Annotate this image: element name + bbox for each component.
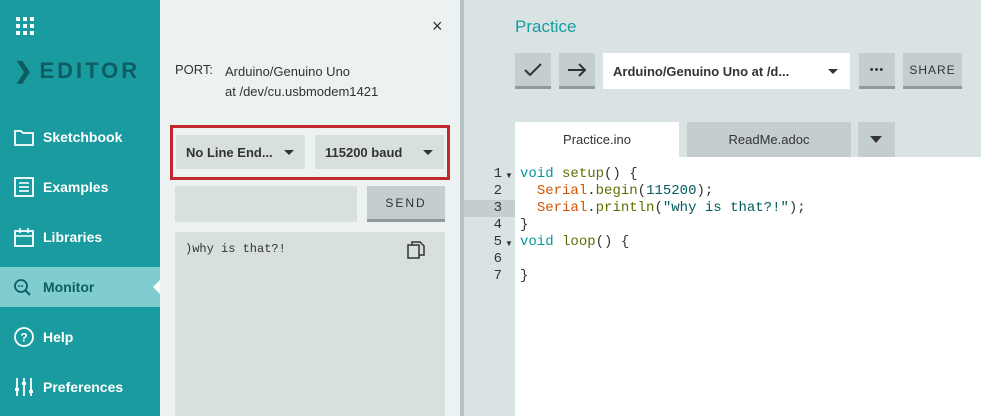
code-line-3: Serial.println("why is that?!"); bbox=[536, 200, 806, 216]
serial-monitor-panel: × PORT: Arduino/Genuino Uno at /dev/cu.u… bbox=[160, 0, 460, 416]
svg-text:?: ? bbox=[20, 331, 27, 345]
upload-button[interactable] bbox=[559, 53, 595, 89]
sidebar-item-label: Monitor bbox=[43, 279, 95, 295]
chevron-down-icon bbox=[284, 150, 294, 155]
serial-output-text: )why is that?! bbox=[185, 242, 286, 256]
port-value-line1: Arduino/Genuino Uno bbox=[225, 64, 351, 79]
board-select[interactable]: Arduino/Genuino Uno at /d... bbox=[603, 53, 850, 89]
chevron-down-icon bbox=[828, 69, 838, 74]
line-number: 5 bbox=[493, 234, 502, 250]
editor-logo: ❯ EDITOR bbox=[14, 58, 141, 83]
sidebar-item-libraries[interactable]: Libraries bbox=[0, 217, 160, 257]
share-button[interactable]: SHARE bbox=[903, 53, 962, 89]
sliders-icon bbox=[13, 376, 35, 398]
checkmark-icon bbox=[524, 62, 542, 76]
verify-button[interactable] bbox=[515, 53, 551, 89]
tab-readme-adoc[interactable]: ReadMe.adoc bbox=[687, 122, 851, 157]
sketch-title: Practice bbox=[515, 17, 577, 36]
sidebar-item-monitor[interactable]: Monitor bbox=[0, 267, 160, 307]
sidebar-item-label: Sketchbook bbox=[43, 129, 123, 145]
code-line-1: void setup() { bbox=[520, 166, 638, 182]
sidebar-nav: ❯ EDITOR Sketchbook Examples Libraries Mo… bbox=[0, 0, 160, 416]
folder-icon bbox=[13, 126, 35, 148]
fold-arrow-icon[interactable]: ▼ bbox=[505, 171, 513, 180]
sidebar-item-label: Preferences bbox=[43, 379, 124, 395]
libraries-icon bbox=[13, 226, 35, 248]
code-line-4: } bbox=[520, 217, 529, 233]
tabs-dropdown-button[interactable] bbox=[858, 122, 895, 157]
sidebar-item-preferences[interactable]: Preferences bbox=[0, 367, 160, 407]
more-button[interactable]: ••• bbox=[859, 53, 895, 89]
baud-rate-value: 115200 baud bbox=[325, 144, 403, 160]
line-number: 6 bbox=[493, 251, 502, 267]
line-number: 1 bbox=[493, 166, 502, 182]
copy-icon[interactable] bbox=[407, 241, 425, 259]
sidebar-item-label: Help bbox=[43, 329, 74, 345]
list-icon bbox=[13, 176, 35, 198]
arrow-right-icon bbox=[568, 62, 587, 77]
monitor-search-icon bbox=[13, 276, 35, 298]
board-select-value: Arduino/Genuino Uno at /d... bbox=[613, 63, 790, 79]
port-value: Arduino/Genuino Uno at /dev/cu.usbmodem1… bbox=[225, 62, 405, 102]
sidebar-item-label: Examples bbox=[43, 179, 109, 195]
sidebar-item-sketchbook[interactable]: Sketchbook bbox=[0, 117, 160, 157]
port-label: PORT: bbox=[175, 62, 214, 77]
code-line-2: Serial.begin(115200); bbox=[536, 183, 714, 199]
help-icon: ? bbox=[13, 326, 35, 348]
close-icon[interactable]: × bbox=[432, 16, 443, 37]
sidebar-item-label: Libraries bbox=[43, 229, 103, 245]
line-ending-value: No Line End... bbox=[186, 144, 273, 160]
line-number: 4 bbox=[493, 217, 502, 233]
baud-rate-select[interactable]: 115200 baud bbox=[315, 135, 444, 169]
chevron-down-icon bbox=[870, 136, 882, 143]
code-line-5: void loop() { bbox=[520, 234, 630, 250]
port-value-line2: at /dev/cu.usbmodem1421 bbox=[225, 84, 379, 99]
line-number: 2 bbox=[493, 183, 502, 199]
code-editor-area: Practice Arduino/Genuino Uno at /d... ••… bbox=[464, 0, 981, 416]
tab-practice-ino[interactable]: Practice.ino bbox=[515, 122, 679, 157]
serial-output[interactable]: )why is that?! bbox=[175, 232, 445, 416]
line-ending-select[interactable]: No Line End... bbox=[176, 135, 305, 169]
serial-send-input[interactable] bbox=[175, 186, 357, 222]
send-button[interactable]: SEND bbox=[367, 186, 445, 222]
sidebar-item-examples[interactable]: Examples bbox=[0, 167, 160, 207]
code-line-7: } bbox=[520, 268, 529, 284]
fold-arrow-icon[interactable]: ▼ bbox=[505, 239, 513, 248]
line-number: 7 bbox=[493, 268, 502, 284]
chevron-down-icon bbox=[423, 150, 433, 155]
apps-grid-icon[interactable] bbox=[16, 17, 34, 35]
sidebar-item-help[interactable]: ? Help bbox=[0, 317, 160, 357]
line-number: 3 bbox=[493, 200, 502, 216]
